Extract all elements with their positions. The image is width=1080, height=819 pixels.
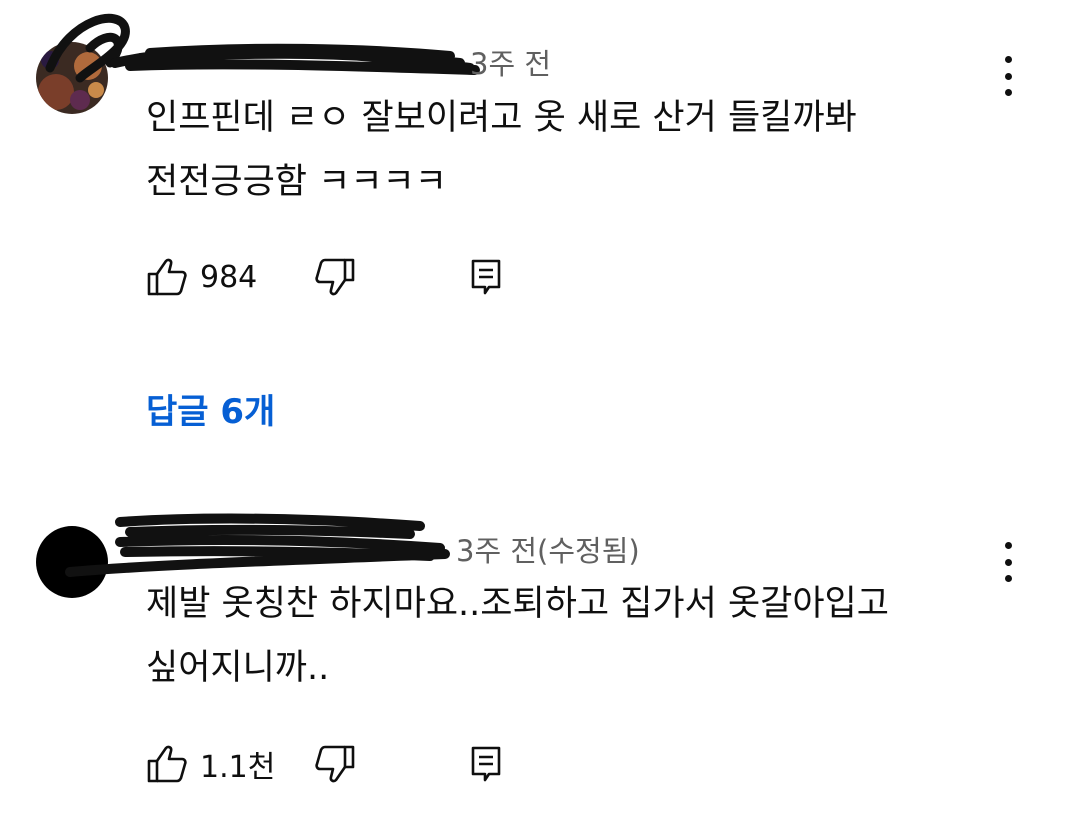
reply-icon	[471, 259, 501, 295]
like-count: 1.1천	[200, 750, 276, 785]
comment-text-line: 전전긍긍함 ㅋㅋㅋㅋ	[146, 162, 447, 202]
thumbs-up-icon	[147, 745, 187, 783]
thumbs-down-icon	[315, 258, 355, 296]
comment-text-line: 인프핀데 ㄹㅇ 잘보이려고 옷 새로 산거 들킬까봐	[146, 98, 857, 138]
comment-text-line: 싶어지니까..	[146, 648, 330, 688]
dislike-button[interactable]	[314, 255, 356, 299]
replies-link[interactable]: 답글 6개	[146, 384, 275, 433]
reply-button[interactable]	[470, 255, 502, 299]
comment-text: 제발 옷칭찬 하지마요..조퇴하고 집가서 옷갈아입고 싶어지니까..	[146, 572, 1006, 700]
comment-thread-2: 3주 전(수정됨) 제발 옷칭찬 하지마요..조퇴하고 집가서 옷갈아입고 싶어…	[0, 500, 1080, 819]
redaction-scribble	[45, 13, 480, 83]
comment-actions: 984	[146, 255, 546, 299]
thumbs-up-icon	[147, 258, 187, 296]
comment-time: 3주 전	[470, 47, 552, 81]
dislike-button[interactable]	[314, 742, 356, 786]
thumbs-down-icon	[315, 745, 355, 783]
comment-actions: 1.1천	[146, 742, 546, 786]
like-count: 984	[200, 259, 258, 295]
comment-text-line: 제발 옷칭찬 하지마요..조퇴하고 집가서 옷갈아입고	[146, 584, 889, 624]
redaction-scribble	[65, 513, 450, 577]
comment-text: 인프핀데 ㄹㅇ 잘보이려고 옷 새로 산거 들킬까봐 전전긍긍함 ㅋㅋㅋㅋ	[146, 86, 1006, 214]
reply-icon	[471, 746, 501, 782]
reply-button[interactable]	[470, 742, 502, 786]
comment-time: 3주 전(수정됨)	[456, 534, 640, 568]
comment-thread-1: 3주 전 인프핀데 ㄹㅇ 잘보이려고 옷 새로 산거 들킬까봐 전전긍긍함 ㅋㅋ…	[0, 0, 1080, 432]
like-button[interactable]: 984	[146, 255, 257, 299]
like-button[interactable]: 1.1천	[146, 742, 275, 786]
